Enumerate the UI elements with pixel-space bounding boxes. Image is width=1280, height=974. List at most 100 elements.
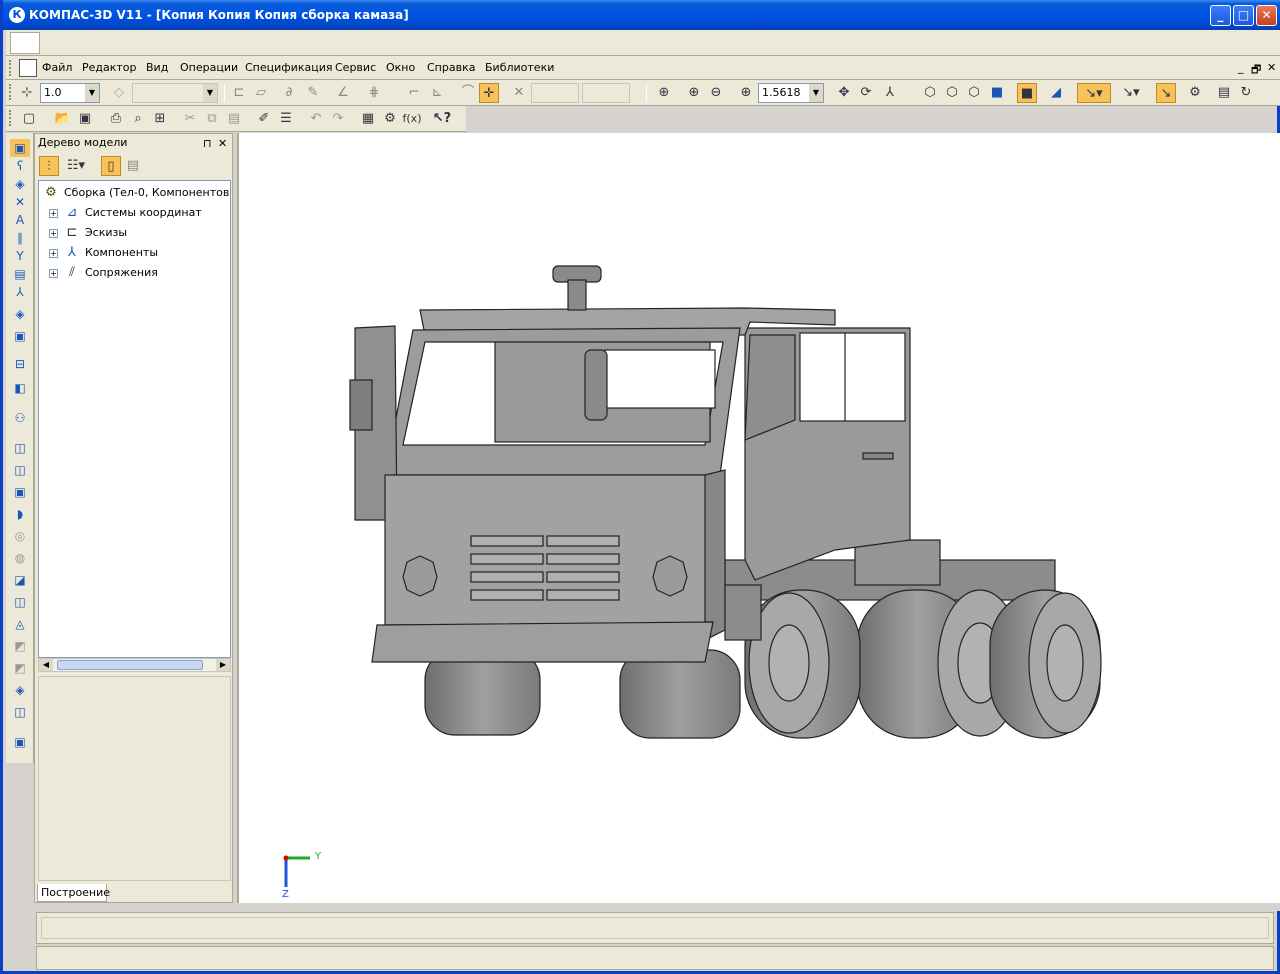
- group-icon[interactable]: ⚇: [10, 409, 30, 427]
- menu-grip[interactable]: [9, 60, 12, 76]
- menu-window[interactable]: Окно: [386, 61, 415, 74]
- variables-icon[interactable]: f(x): [402, 109, 422, 129]
- scroll-thumb[interactable]: [57, 660, 203, 670]
- curve-icon[interactable]: ∂: [279, 83, 299, 103]
- menu-specification[interactable]: Спецификация: [245, 61, 332, 74]
- save-icon[interactable]: ▣: [75, 109, 95, 129]
- manager-icon[interactable]: ▦: [358, 109, 378, 129]
- report-icon[interactable]: ⅄: [10, 283, 30, 301]
- tree-settings-icon[interactable]: ▤: [123, 156, 143, 176]
- pin-icon[interactable]: ⊓: [203, 135, 212, 152]
- style-combo[interactable]: ▼: [132, 83, 218, 103]
- hole-icon[interactable]: ◎: [10, 527, 30, 545]
- format-brush-icon[interactable]: ✐: [254, 109, 274, 129]
- mirror-icon[interactable]: ◬: [10, 615, 30, 633]
- component-icon[interactable]: ◈: [10, 305, 30, 323]
- create-icon[interactable]: ⊟: [10, 355, 30, 373]
- toolbar-grip[interactable]: [9, 84, 12, 100]
- shaded-icon[interactable]: ■: [987, 83, 1007, 103]
- undo-icon[interactable]: ↶: [306, 109, 326, 129]
- menu-edit[interactable]: Редактор: [82, 61, 137, 74]
- select-filter-icon[interactable]: ↘▾: [1116, 83, 1146, 103]
- rotate-icon[interactable]: ⟳: [856, 83, 876, 103]
- snap-icon[interactable]: ⊹: [17, 83, 37, 103]
- mdi-restore-button[interactable]: 🗗: [1251, 61, 1261, 80]
- edit-assembly-icon[interactable]: ▣: [10, 139, 30, 157]
- spec-icon[interactable]: ▤: [1214, 83, 1234, 103]
- wireframe-icon[interactable]: ⬡: [920, 83, 940, 103]
- close-button[interactable]: ✕: [1256, 5, 1277, 26]
- revolve-icon[interactable]: ◫: [10, 461, 30, 479]
- help-pointer-icon[interactable]: ↖?: [432, 109, 452, 129]
- tree-item-mates[interactable]: + ⫽ Сопряжения: [49, 264, 158, 282]
- export-icon[interactable]: ⊞: [150, 109, 170, 129]
- tree-item-components[interactable]: + ⅄ Компоненты: [49, 244, 158, 262]
- new-document-icon[interactable]: ▢: [19, 109, 39, 129]
- expand-icon[interactable]: +: [49, 208, 58, 218]
- edit-in-place-icon[interactable]: ↘: [1156, 83, 1176, 103]
- menu-file[interactable]: Файл: [42, 61, 72, 74]
- model-viewport[interactable]: Y Z: [237, 133, 1280, 903]
- mate-icon[interactable]: ∥: [10, 229, 30, 247]
- tree-horizontal-scrollbar[interactable]: ◀ ▶: [38, 658, 231, 672]
- properties-icon[interactable]: ⚙: [1185, 83, 1205, 103]
- insert-icon[interactable]: ▣: [10, 327, 30, 345]
- zoom-combo[interactable]: 1.5618 ▼: [758, 83, 824, 103]
- rib-icon[interactable]: ◩: [10, 659, 30, 677]
- tree-item-coordinate-systems[interactable]: + ⊿ Системы координат: [49, 204, 202, 222]
- maximize-button[interactable]: □: [1233, 5, 1254, 26]
- tab-build[interactable]: Построение: [37, 884, 110, 902]
- pattern-icon[interactable]: ◫: [10, 593, 30, 611]
- menu-help[interactable]: Справка: [427, 61, 475, 74]
- pencil-icon[interactable]: ✎: [303, 83, 323, 103]
- operation-icon[interactable]: ◈: [10, 175, 30, 193]
- cut-extrude-icon[interactable]: ▣: [10, 483, 30, 501]
- document-tab-area[interactable]: [10, 32, 40, 54]
- array-icon[interactable]: ◧: [10, 379, 30, 397]
- title-bar[interactable]: К КОМПАС-3D V11 - [Копия Копия Копия сбо…: [3, 0, 1280, 30]
- ortho-icon[interactable]: ⊾: [427, 83, 447, 103]
- orientation-icon[interactable]: ⅄: [880, 83, 900, 103]
- thin-hidden-icon[interactable]: ⬡: [964, 83, 984, 103]
- expand-icon[interactable]: +: [49, 248, 58, 258]
- redo-icon[interactable]: ↷: [328, 109, 348, 129]
- coord-y-field[interactable]: [582, 83, 630, 103]
- paste-icon[interactable]: ▤: [224, 109, 244, 129]
- library-icon[interactable]: ▣: [10, 733, 30, 751]
- expand-icon[interactable]: +: [49, 268, 58, 278]
- print-preview-icon[interactable]: ⌕: [128, 109, 148, 129]
- layer-icon[interactable]: ◇: [109, 83, 129, 103]
- minimize-button[interactable]: _: [1210, 5, 1231, 26]
- zoom-window-icon[interactable]: ⊕: [654, 83, 674, 103]
- orient-icon[interactable]: ⊏: [229, 83, 249, 103]
- filter-icon[interactable]: Y: [10, 247, 30, 265]
- chevron-down-icon[interactable]: ▼: [203, 84, 217, 102]
- perspective-icon[interactable]: ◢: [1046, 83, 1066, 103]
- tree-item-sketches[interactable]: + ⊏ Эскизы: [49, 224, 127, 242]
- print-icon[interactable]: ⎙: [106, 109, 126, 129]
- libraries-icon[interactable]: ⚙: [380, 109, 400, 129]
- menu-operations[interactable]: Операции: [180, 61, 238, 74]
- zoom-in-icon[interactable]: ⊕: [684, 83, 704, 103]
- menu-view[interactable]: Вид: [146, 61, 168, 74]
- tree-view-icon[interactable]: ☷▾: [61, 156, 91, 176]
- open-folder-icon[interactable]: 📂: [53, 109, 73, 129]
- shell-icon[interactable]: ◍: [10, 549, 30, 567]
- fillet-icon[interactable]: ◗: [10, 505, 30, 523]
- property-field[interactable]: [41, 917, 1269, 939]
- copy-icon[interactable]: ⧉: [202, 109, 222, 129]
- coord-x-field[interactable]: [531, 83, 579, 103]
- axis-icon[interactable]: ∠: [333, 83, 353, 103]
- mdi-minimize-button[interactable]: _: [1238, 61, 1244, 74]
- tree-structure-icon[interactable]: ⫶: [39, 156, 59, 176]
- aux-geometry-icon[interactable]: ✕: [10, 193, 30, 211]
- local-cs-icon[interactable]: ⌐: [404, 83, 424, 103]
- chamfer-icon[interactable]: ◪: [10, 571, 30, 589]
- filter-icon[interactable]: ↘▾: [1077, 83, 1111, 103]
- toolbar-grip[interactable]: [9, 110, 12, 126]
- menu-service[interactable]: Сервис: [335, 61, 376, 74]
- close-icon[interactable]: ✕: [218, 135, 227, 152]
- properties-list-icon[interactable]: ☰: [276, 109, 296, 129]
- cut-icon[interactable]: ✂: [180, 109, 200, 129]
- extrude-icon[interactable]: ◫: [10, 439, 30, 457]
